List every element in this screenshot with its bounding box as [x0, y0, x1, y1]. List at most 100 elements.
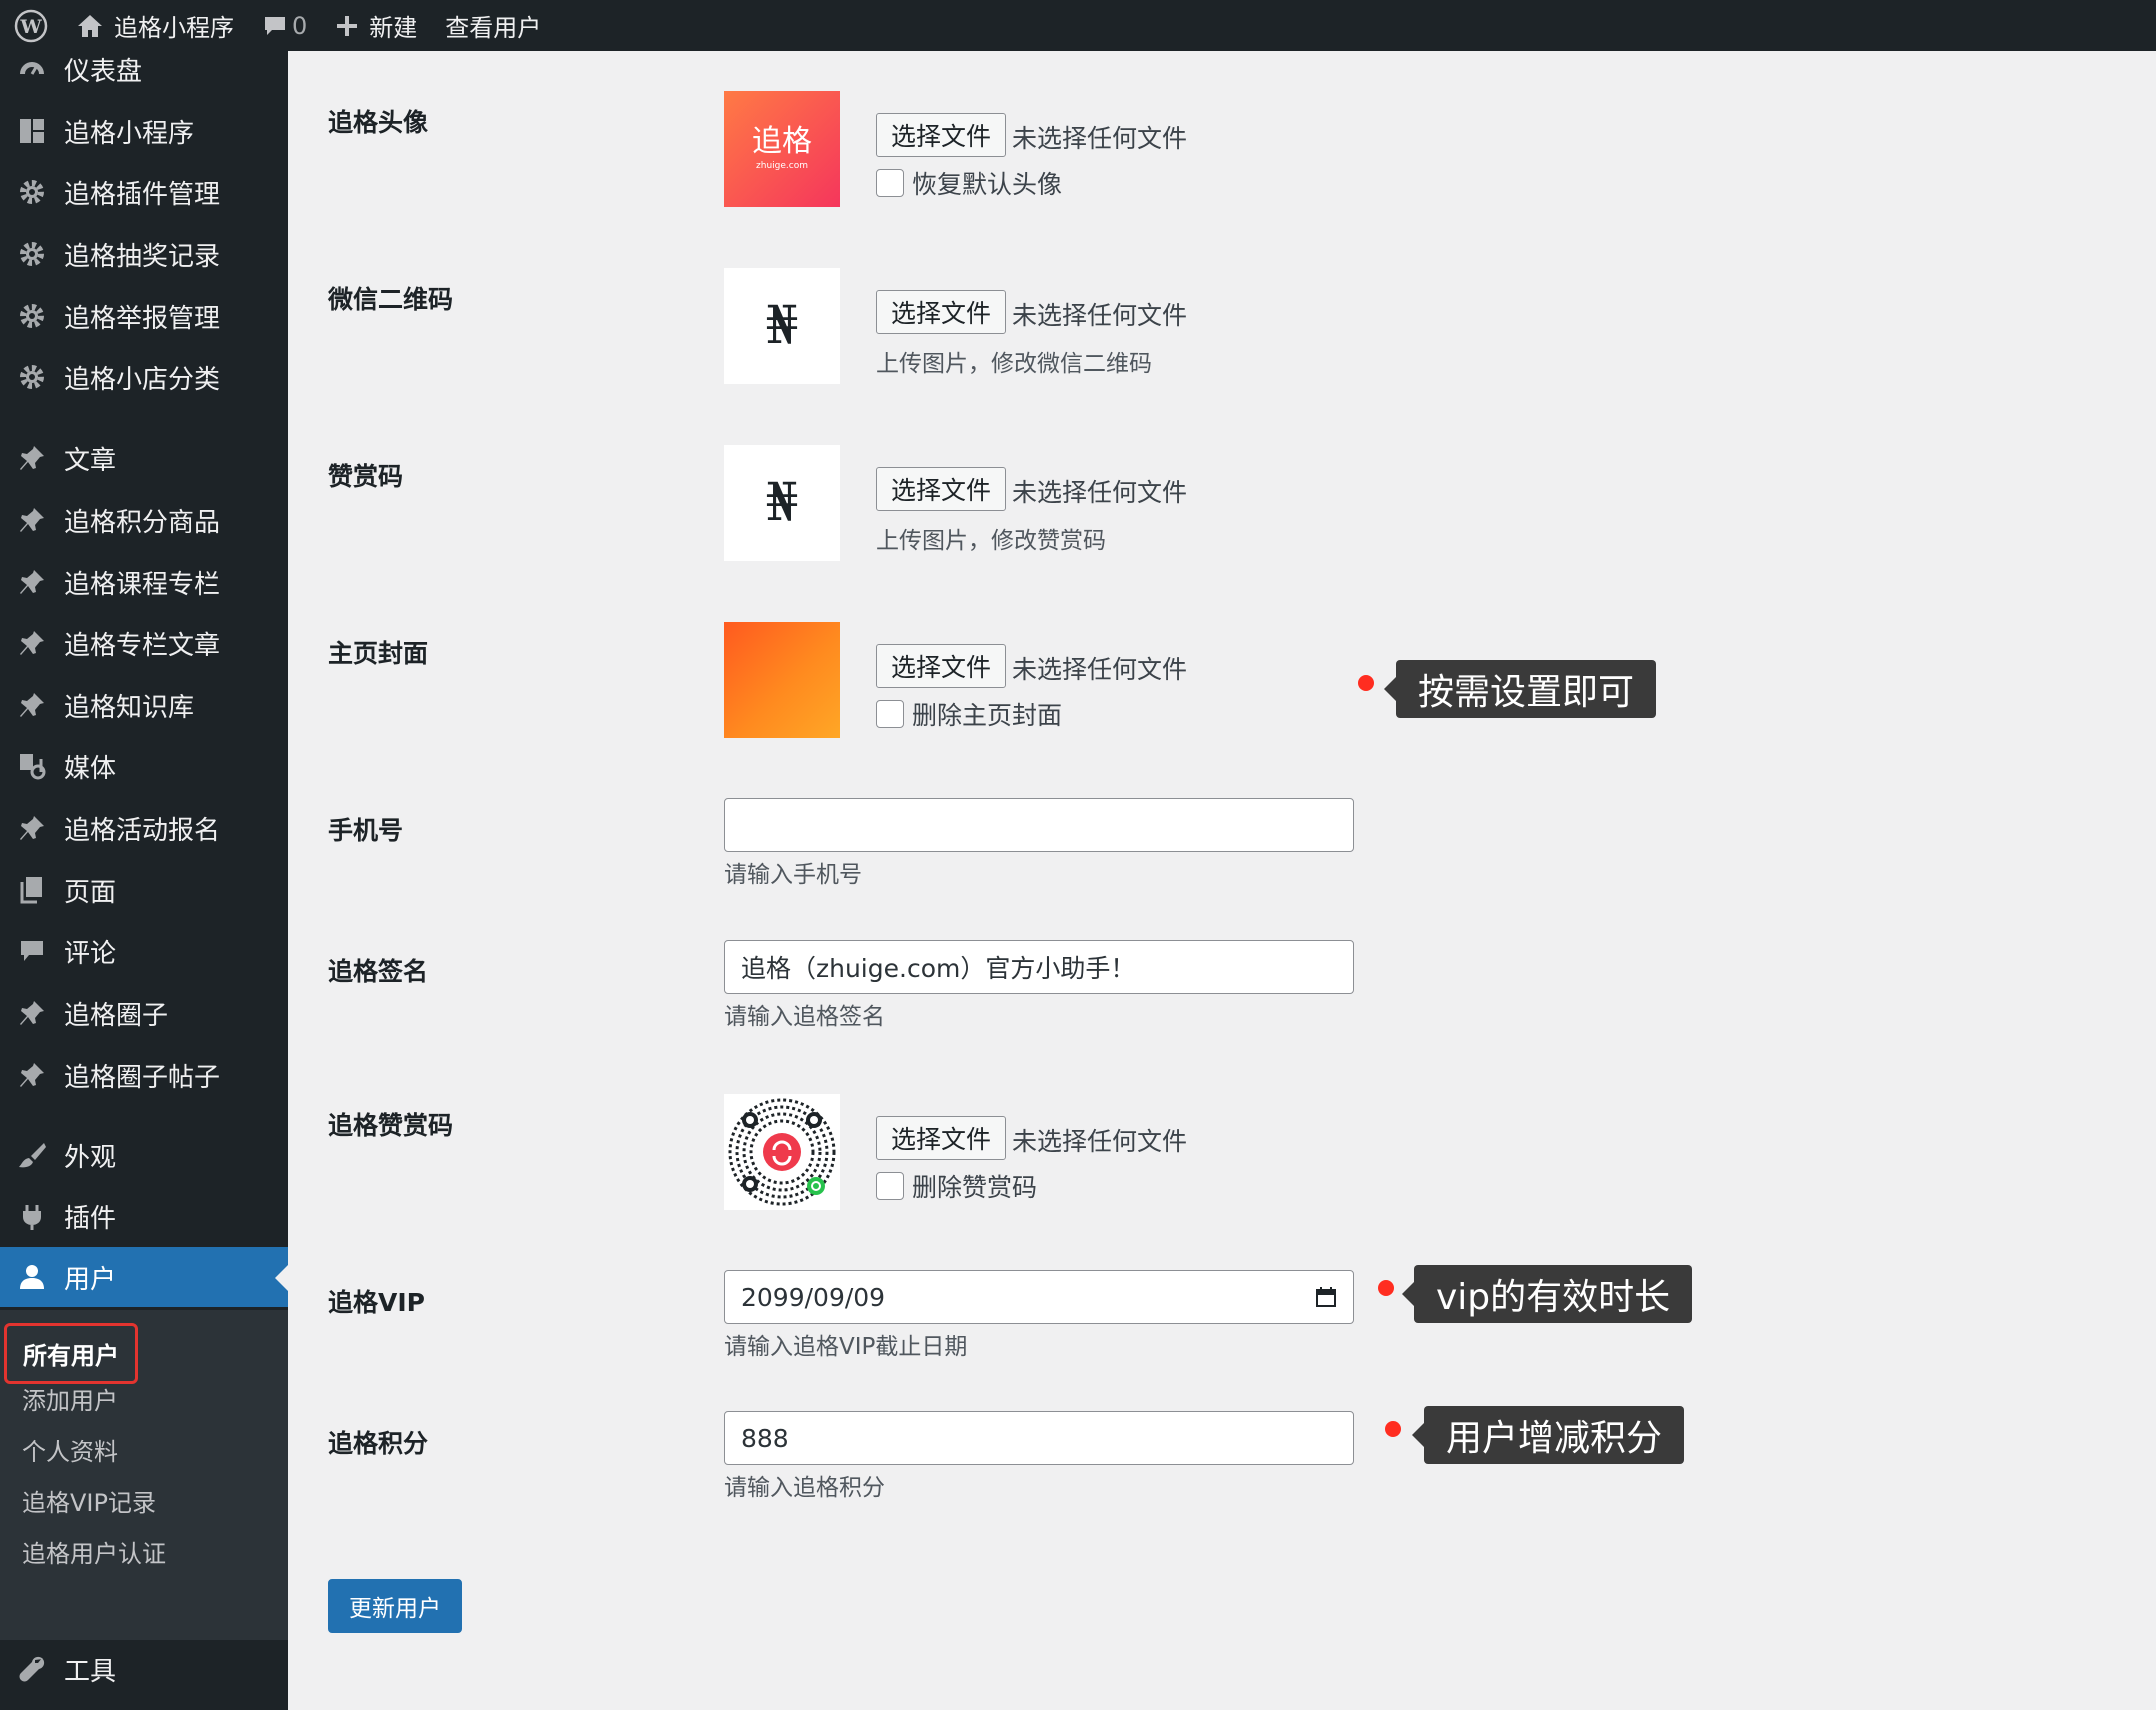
sidebar-item-settings[interactable]: 设置 [0, 1700, 288, 1710]
reward-code-description: 上传图片，修改赞赏码 [876, 528, 1106, 554]
reward-code-thumbnail: ₦ [724, 445, 840, 561]
vip-label: 追格VIP [328, 1288, 425, 1317]
reward-code-file-status: 未选择任何文件 [1012, 478, 1188, 507]
view-user-label: 查看用户 [445, 14, 542, 42]
sidebar-item-plugins[interactable]: 插件 [0, 1186, 288, 1246]
annotation-dot [1385, 1421, 1401, 1437]
sidebar-item-zhuige-miniprogram[interactable]: 追格小程序 [0, 101, 288, 161]
vip-date-input[interactable]: 2099/09/09 [724, 1270, 1354, 1324]
zg-reward-choose-file-button[interactable]: 选择文件 [876, 1116, 1007, 1160]
sidebar-item-event-signup[interactable]: 追格活动报名 [0, 798, 288, 858]
signature-value: 追格（zhuige.com）官方小助手！ [741, 954, 1136, 983]
pin-icon [0, 505, 64, 535]
admin-sidebar: 仪表盘 追格小程序 追格插件管理 追格抽奖记录 追格举报管理 追格小店分类 文章… [0, 51, 288, 1710]
sidebar-item-comments[interactable]: 评论 [0, 921, 288, 981]
sidebar-item-circle[interactable]: 追格圈子 [0, 983, 288, 1043]
sidebar-item-users[interactable]: 用户 [0, 1247, 288, 1307]
avatar-thumbnail: 追格 zhuige.com [724, 91, 840, 207]
submenu-all-users[interactable]: 所有用户 [4, 1323, 138, 1384]
grid-icon [0, 117, 64, 145]
broken-image-icon: ₦ [765, 473, 799, 533]
wechat-qr-file-status: 未选择任何文件 [1012, 301, 1188, 330]
sidebar-item-tools[interactable]: 工具 [0, 1639, 288, 1699]
zg-reward-qr-thumbnail [724, 1094, 840, 1210]
sidebar-item-lottery-records[interactable]: 追格抽奖记录 [0, 224, 288, 284]
pin-icon [0, 1060, 64, 1090]
new-content-link[interactable]: 新建 [321, 0, 431, 51]
avatar-restore-default: 恢复默认头像 [876, 165, 1062, 201]
wechat-qr-choose-file-button[interactable]: 选择文件 [876, 290, 1007, 334]
comment-icon [0, 937, 64, 965]
annotation-dot [1378, 1280, 1394, 1296]
home-icon [76, 13, 104, 39]
wechat-qr-thumbnail: ₦ [724, 268, 840, 384]
sidebar-item-media[interactable]: 媒体 [0, 736, 288, 796]
cover-delete-checkbox[interactable] [876, 700, 904, 728]
pin-icon [0, 690, 64, 720]
user-edit-form: 追格头像 追格 zhuige.com 选择文件 未选择任何文件 恢复默认头像 微… [288, 51, 2156, 1710]
pin-icon [0, 443, 64, 473]
sidebar-item-posts[interactable]: 文章 [0, 428, 288, 488]
gear-icon [0, 362, 64, 392]
avatar-choose-file-button[interactable]: 选择文件 [876, 113, 1007, 157]
cover-delete: 删除主页封面 [876, 696, 1062, 732]
pin-icon [0, 628, 64, 658]
zg-reward-delete-label: 删除赞赏码 [912, 1173, 1038, 1202]
zg-reward-label: 追格赞赏码 [328, 1111, 454, 1140]
signature-label: 追格签名 [328, 957, 429, 986]
dashboard-icon [0, 54, 64, 84]
svg-text:W: W [19, 16, 42, 38]
update-user-button[interactable]: 更新用户 [328, 1579, 462, 1633]
cover-choose-file-button[interactable]: 选择文件 [876, 644, 1007, 688]
sidebar-item-plugin-manage[interactable]: 追格插件管理 [0, 162, 288, 222]
cover-delete-label: 删除主页封面 [912, 701, 1063, 730]
pin-icon [0, 813, 64, 843]
view-user-link[interactable]: 查看用户 [431, 0, 555, 51]
sidebar-item-circle-posts[interactable]: 追格圈子帖子 [0, 1045, 288, 1105]
sidebar-item-column-articles[interactable]: 追格专栏文章 [0, 613, 288, 673]
submenu-add-user[interactable]: 添加用户 [22, 1381, 118, 1416]
vip-description: 请输入追格VIP截止日期 [724, 1334, 968, 1360]
sidebar-item-course-column[interactable]: 追格课程专栏 [0, 552, 288, 612]
zg-reward-delete: 删除赞赏码 [876, 1168, 1037, 1204]
pin-icon [0, 567, 64, 597]
annotation-dot [1358, 675, 1374, 691]
points-input[interactable]: 888 [724, 1411, 1354, 1465]
gear-icon [0, 239, 64, 269]
zg-reward-file-status: 未选择任何文件 [1012, 1127, 1188, 1156]
calendar-icon[interactable] [1315, 1286, 1337, 1308]
phone-description: 请输入手机号 [724, 862, 862, 888]
comment-icon [262, 13, 288, 39]
submenu-vip-records[interactable]: 追格VIP记录 [22, 1483, 156, 1518]
broken-image-icon: ₦ [765, 296, 799, 356]
wechat-qr-label: 微信二维码 [328, 285, 454, 314]
zg-reward-delete-checkbox[interactable] [876, 1172, 904, 1200]
avatar-restore-label: 恢复默认头像 [912, 170, 1063, 199]
admin-bar: W 追格小程序 0 新建 查看用户 [0, 0, 2156, 51]
avatar-restore-checkbox[interactable] [876, 169, 904, 197]
submenu-user-verification[interactable]: 追格用户认证 [22, 1534, 166, 1569]
wrench-icon [0, 1654, 64, 1684]
submenu-profile[interactable]: 个人资料 [22, 1432, 118, 1467]
cover-file-status: 未选择任何文件 [1012, 655, 1188, 684]
cover-thumbnail [724, 622, 840, 738]
sidebar-item-knowledge-base[interactable]: 追格知识库 [0, 675, 288, 735]
wechat-qr-description: 上传图片，修改微信二维码 [876, 351, 1152, 377]
site-name: 追格小程序 [114, 14, 234, 42]
signature-input[interactable]: 追格（zhuige.com）官方小助手！ [724, 940, 1354, 994]
reward-code-choose-file-button[interactable]: 选择文件 [876, 467, 1007, 511]
pin-icon [0, 998, 64, 1028]
vip-annotation: vip的有效时长 [1401, 1265, 1693, 1323]
sidebar-item-pages[interactable]: 页面 [0, 860, 288, 920]
points-value: 888 [741, 1423, 789, 1453]
sidebar-item-points-goods[interactable]: 追格积分商品 [0, 490, 288, 550]
users-submenu: 所有用户 添加用户 个人资料 追格VIP记录 追格用户认证 [0, 1310, 288, 1640]
sidebar-item-appearance[interactable]: 外观 [0, 1125, 288, 1185]
phone-input[interactable] [724, 798, 1354, 852]
points-description: 请输入追格积分 [724, 1475, 885, 1501]
sidebar-item-shop-category[interactable]: 追格小店分类 [0, 347, 288, 407]
plugin-icon [0, 1201, 64, 1231]
sidebar-item-dashboard[interactable]: 仪表盘 [0, 39, 288, 99]
sidebar-item-report-manage[interactable]: 追格举报管理 [0, 286, 288, 346]
plus-icon [335, 14, 359, 38]
